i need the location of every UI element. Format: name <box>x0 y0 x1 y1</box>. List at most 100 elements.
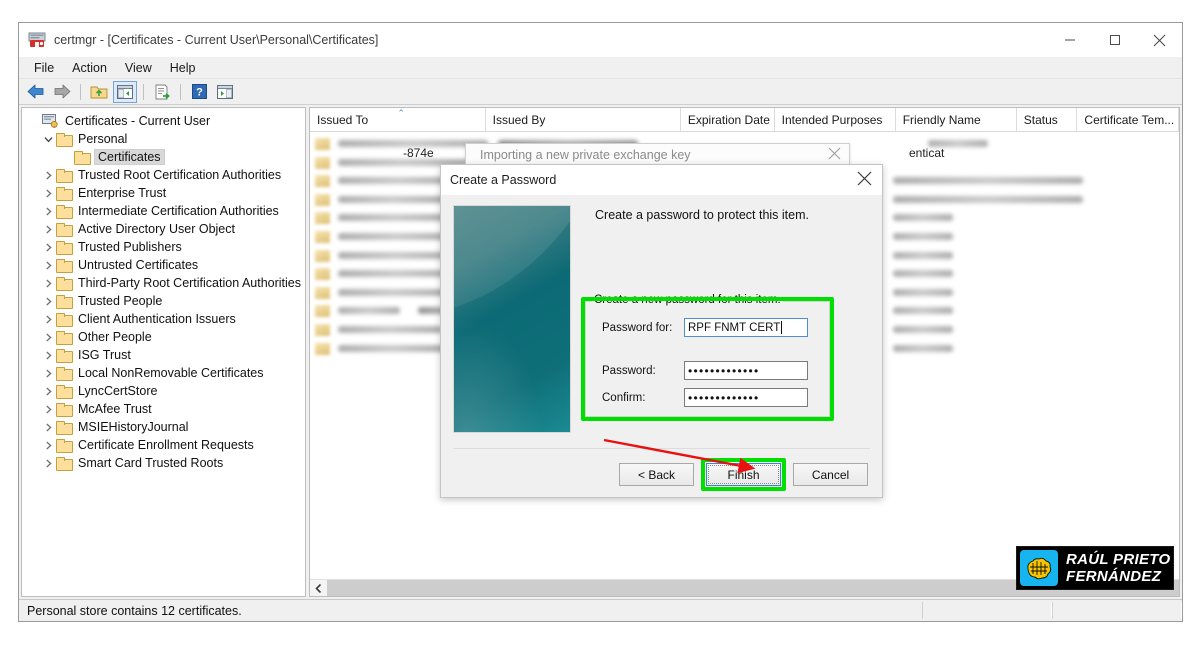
chevron-right-icon[interactable] <box>40 171 56 180</box>
tree-item-trusted-people[interactable]: Trusted People <box>26 292 305 310</box>
dialog-body: Create a password to protect this item. … <box>441 195 882 497</box>
toolbar-separator <box>80 84 81 100</box>
column-header-expiration-date[interactable]: Expiration Date <box>681 108 775 131</box>
statusbar: Personal store contains 12 certificates. <box>19 599 1182 621</box>
chevron-right-icon[interactable] <box>40 405 56 414</box>
tree-item-certificates[interactable]: Certificates <box>26 148 305 166</box>
console-tree-pane[interactable]: Certificates - Current User Personal Certi… <box>21 107 306 597</box>
chevron-right-icon[interactable] <box>40 225 56 234</box>
tree-item-untrusted-certificates[interactable]: Untrusted Certificates <box>26 256 305 274</box>
menu-help[interactable]: Help <box>161 59 205 77</box>
chevron-right-icon[interactable] <box>40 243 56 252</box>
tree-item-label: Personal <box>76 132 129 146</box>
importing-key-close-icon[interactable] <box>828 147 841 163</box>
folder-icon <box>56 421 71 433</box>
chevron-right-icon[interactable] <box>40 207 56 216</box>
column-header-friendly-name[interactable]: Friendly Name <box>896 108 1017 131</box>
folder-icon <box>56 457 71 469</box>
password-group-legend: Create a new password for this item. <box>592 294 783 306</box>
tree-item-other-people[interactable]: Other People <box>26 328 305 346</box>
menu-action[interactable]: Action <box>63 59 116 77</box>
confirm-label: Confirm: <box>602 392 684 404</box>
password-group-wrapper: Create a new password for this item. Pas… <box>581 297 834 421</box>
menu-file[interactable]: File <box>25 59 63 77</box>
tree-item-enterprise-trust[interactable]: Enterprise Trust <box>26 184 305 202</box>
confirm-password-input[interactable]: ••••••••••••• <box>684 388 808 407</box>
tree-item-personal[interactable]: Personal <box>26 130 305 148</box>
visible-text-fragment: -874e <box>403 146 434 160</box>
password-label: Password: <box>602 365 684 377</box>
folder-icon <box>74 151 89 163</box>
tree-item-certificate-enrollment-requests[interactable]: Certificate Enrollment Requests <box>26 436 305 454</box>
show-action-pane-icon[interactable] <box>213 81 237 103</box>
chevron-right-icon[interactable] <box>40 189 56 198</box>
help-icon[interactable]: ? <box>187 81 211 103</box>
redacted-cell <box>893 214 953 221</box>
column-header-certificate-tem[interactable]: Certificate Tem... <box>1077 108 1179 131</box>
chevron-right-icon[interactable] <box>40 261 56 270</box>
menubar: File Action View Help <box>19 57 1182 79</box>
certificate-icon <box>315 343 330 355</box>
sort-ascending-icon: ⌃ <box>397 108 405 119</box>
column-header-issued-to[interactable]: Issued To⌃ <box>310 108 486 131</box>
scroll-left-button[interactable] <box>310 580 327 596</box>
cancel-button[interactable]: Cancel <box>793 463 868 486</box>
back-arrow-icon[interactable] <box>24 81 48 103</box>
maximize-button[interactable] <box>1092 23 1137 57</box>
tree-item-label: Intermediate Certification Authorities <box>76 204 281 218</box>
logo-badge-icon <box>1020 550 1058 586</box>
tree-root-item[interactable]: Certificates - Current User <box>26 112 305 130</box>
chevron-right-icon[interactable] <box>40 297 56 306</box>
redacted-cell <box>338 214 453 221</box>
dialog-close-icon[interactable] <box>857 171 872 191</box>
column-header-issued-by[interactable]: Issued By <box>486 108 681 131</box>
chevron-right-icon[interactable] <box>40 333 56 342</box>
chevron-right-icon[interactable] <box>40 369 56 378</box>
certificate-icon <box>315 231 330 243</box>
close-button[interactable] <box>1137 23 1182 57</box>
confirm-row: Confirm: ••••••••••••• <box>602 388 808 407</box>
tree-item-active-directory-user-object[interactable]: Active Directory User Object <box>26 220 305 238</box>
status-panel-1 <box>922 602 1052 619</box>
tree-item-trusted-publishers[interactable]: Trusted Publishers <box>26 238 305 256</box>
watermark-logo: RAÚL PRIETO FERNÁNDEZ <box>1016 546 1174 590</box>
column-header-intended-purposes[interactable]: Intended Purposes <box>775 108 896 131</box>
password-for-input[interactable]: RPF FNMT CERT <box>684 318 808 337</box>
chevron-down-icon[interactable] <box>40 135 56 144</box>
finish-button[interactable]: Finish <box>706 463 781 486</box>
dialog-button-row: < Back Finish Cancel <box>619 463 868 486</box>
list-column-headers: Issued To⌃Issued ByExpiration DateIntend… <box>310 108 1179 132</box>
column-header-status[interactable]: Status <box>1017 108 1078 131</box>
minimize-button[interactable] <box>1047 23 1092 57</box>
password-input[interactable]: ••••••••••••• <box>684 361 808 380</box>
chevron-right-icon[interactable] <box>40 459 56 468</box>
password-for-label: Password for: <box>602 322 684 334</box>
chevron-right-icon[interactable] <box>40 315 56 324</box>
tree-item-client-authentication-issuers[interactable]: Client Authentication Issuers <box>26 310 305 328</box>
chevron-right-icon[interactable] <box>40 351 56 360</box>
folder-icon <box>56 331 71 343</box>
tree-item-third-party-root-certification-authorities[interactable]: Third-Party Root Certification Authoriti… <box>26 274 305 292</box>
chevron-right-icon[interactable] <box>40 387 56 396</box>
tree-item-lynccertstore[interactable]: LyncCertStore <box>26 382 305 400</box>
tree-item-intermediate-certification-authorities[interactable]: Intermediate Certification Authorities <box>26 202 305 220</box>
tree-item-local-nonremovable-certificates[interactable]: Local NonRemovable Certificates <box>26 364 305 382</box>
back-button[interactable]: < Back <box>619 463 694 486</box>
tree-item-label: Untrusted Certificates <box>76 258 200 272</box>
tree-item-label: Enterprise Trust <box>76 186 168 200</box>
chevron-right-icon[interactable] <box>40 423 56 432</box>
folder-icon <box>56 295 71 307</box>
tree-item-isg-trust[interactable]: ISG Trust <box>26 346 305 364</box>
tree-item-trusted-root-certification-authorities[interactable]: Trusted Root Certification Authorities <box>26 166 305 184</box>
chevron-right-icon[interactable] <box>40 279 56 288</box>
show-hide-console-tree-icon[interactable] <box>113 81 137 103</box>
chevron-right-icon[interactable] <box>40 441 56 450</box>
redacted-cell <box>338 326 442 333</box>
tree-item-msiehistoryjournal[interactable]: MSIEHistoryJournal <box>26 418 305 436</box>
tree-item-mcafee-trust[interactable]: McAfee Trust <box>26 400 305 418</box>
export-list-icon[interactable] <box>150 81 174 103</box>
menu-view[interactable]: View <box>116 59 161 77</box>
forward-arrow-icon[interactable] <box>50 81 74 103</box>
up-one-level-folder-icon[interactable] <box>87 81 111 103</box>
tree-item-smart-card-trusted-roots[interactable]: Smart Card Trusted Roots <box>26 454 305 472</box>
